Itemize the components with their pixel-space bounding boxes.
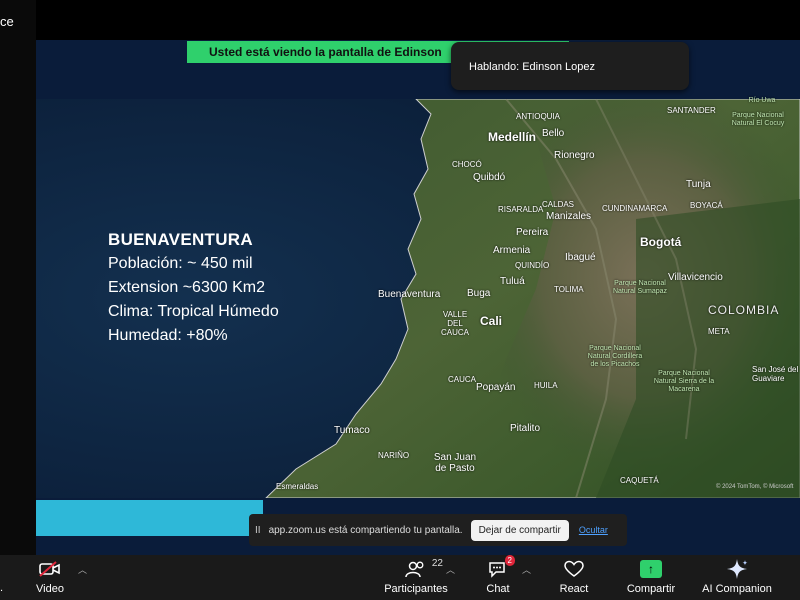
- share-icon-wrap: ↑: [640, 555, 662, 582]
- meeting-toolbar: Video ︿ 22 Participantes ︿ 2 Chat ︿ Reac…: [0, 555, 800, 600]
- active-speaker-indicator: Hablando: Edinson Lopez: [451, 42, 689, 90]
- region-caldas: CALDAS: [542, 200, 575, 209]
- park-picachos: Parque Nacional Natural Cordillera de lo…: [587, 345, 643, 368]
- city-bogota: Bogotá: [640, 235, 682, 249]
- region-santander: SANTANDER: [667, 106, 716, 115]
- city-villavicencio: Villavicencio: [668, 272, 723, 283]
- slide-title: BUENAVENTURA: [108, 230, 253, 249]
- slide-line-population: Población: ~ 450 mil: [108, 255, 253, 272]
- chat-button[interactable]: 2 Chat: [480, 555, 516, 600]
- slide-line-climate: Clima: Tropical Húmedo: [108, 303, 279, 320]
- city-buenaventura: Buenaventura: [378, 289, 441, 300]
- region-cundinamarca: CUNDINAMARCA: [602, 204, 668, 213]
- chat-options-caret-icon[interactable]: ︿: [522, 563, 531, 576]
- sharing-notification: II app.zoom.us está compartiendo tu pant…: [249, 514, 627, 546]
- city-bello: Bello: [542, 128, 565, 139]
- city-quibdo: Quibdó: [473, 172, 506, 183]
- city-pasto: San Juan de Pasto: [433, 452, 477, 474]
- slide-info-block: BUENAVENTURA Población: ~ 450 mil Extens…: [108, 228, 279, 348]
- region-meta: META: [708, 327, 730, 336]
- region-tolima: TOLIMA: [554, 285, 584, 294]
- video-label: Video: [36, 583, 64, 595]
- share-arrow-icon: ↑: [640, 559, 662, 578]
- place-rio-uwa: Río Uwa: [748, 97, 776, 104]
- city-buga: Buga: [467, 288, 491, 299]
- city-rionegro: Rionegro: [554, 150, 595, 161]
- region-caqueta: CAQUETÁ: [620, 476, 659, 485]
- sparkle-icon: [725, 555, 749, 582]
- react-button[interactable]: React: [556, 555, 592, 600]
- region-risaralda: RISARALDA: [498, 205, 544, 214]
- left-panel: ce: [0, 0, 36, 555]
- slide-line-extension: Extension ~6300 Km2: [108, 279, 265, 296]
- participants-options-caret-icon[interactable]: ︿: [446, 563, 455, 576]
- chat-unread-badge: 2: [504, 555, 515, 566]
- region-narino: NARIÑO: [378, 451, 410, 460]
- region-valle-del-cauca: VALLE DEL CAUCA: [440, 310, 469, 337]
- video-options-caret-icon[interactable]: ︿: [78, 563, 87, 576]
- pause-icon[interactable]: II: [255, 525, 261, 536]
- city-pereira: Pereira: [516, 227, 549, 238]
- city-armenia: Armenia: [493, 245, 531, 256]
- city-tumaco: Tumaco: [334, 425, 370, 436]
- city-esmeraldas: Esmeraldas: [276, 482, 319, 491]
- region-cauca: CAUCA: [448, 375, 477, 384]
- country-label: COLOMBIA: [708, 303, 780, 317]
- chat-label: Chat: [486, 583, 510, 595]
- share-screen-button[interactable]: ↑ Compartir: [624, 555, 678, 600]
- participants-count: 22: [431, 558, 443, 569]
- react-label: React: [559, 583, 589, 595]
- heart-icon: [563, 555, 585, 582]
- city-pitalito: Pitalito: [510, 423, 541, 434]
- park-sumapaz: Parque Nacional Natural Sumapaz: [612, 280, 668, 295]
- city-medellin: Medellín: [488, 130, 537, 144]
- sharing-message: app.zoom.us está compartiendo tu pantall…: [268, 524, 463, 536]
- ai-companion-button[interactable]: AI Companion: [700, 555, 774, 600]
- region-quindio: QUINDÍO: [515, 261, 550, 270]
- window-title-fragment: ce: [0, 14, 14, 29]
- stop-sharing-button[interactable]: Dejar de compartir: [470, 519, 569, 541]
- park-el-cocuy: Parque Nacional Natural El Cocuy: [731, 112, 785, 127]
- video-button[interactable]: Video: [30, 555, 70, 600]
- region-boyaca: BOYACÁ: [690, 201, 723, 210]
- zoom-window: ce ANTIOQUIA CHOCÓ RISARALDA CALDAS CUND…: [0, 0, 800, 600]
- hide-link[interactable]: Ocultar: [579, 525, 608, 535]
- city-tunja: Tunja: [686, 179, 711, 190]
- participants-icon: 22: [405, 555, 443, 582]
- city-manizales: Manizales: [546, 211, 592, 222]
- region-huila: HUILA: [534, 381, 558, 390]
- participants-button[interactable]: 22 Participantes: [383, 555, 449, 600]
- city-tulua: Tuluá: [500, 276, 525, 287]
- city-cali: Cali: [480, 314, 503, 328]
- city-san-jose-del-guaviare: San José del Guaviare: [752, 365, 799, 383]
- left-edge-dot: .: [0, 582, 4, 594]
- city-ibague: Ibagué: [565, 252, 596, 263]
- video-off-icon: [38, 555, 62, 582]
- city-popayan: Popayán: [476, 382, 516, 393]
- participants-label: Participantes: [384, 583, 448, 595]
- region-antioquia: ANTIOQUIA: [516, 112, 561, 121]
- region-choco: CHOCÓ: [452, 160, 482, 169]
- slide-line-humidity: Humedad: +80%: [108, 327, 228, 344]
- ai-companion-label: AI Companion: [702, 583, 772, 595]
- park-macarena: Parque Nacional Natural Sierra de la Mac…: [653, 370, 715, 393]
- slide-accent-bar-bottom: [36, 500, 263, 536]
- share-label: Compartir: [626, 583, 676, 595]
- chat-icon: 2: [487, 555, 515, 582]
